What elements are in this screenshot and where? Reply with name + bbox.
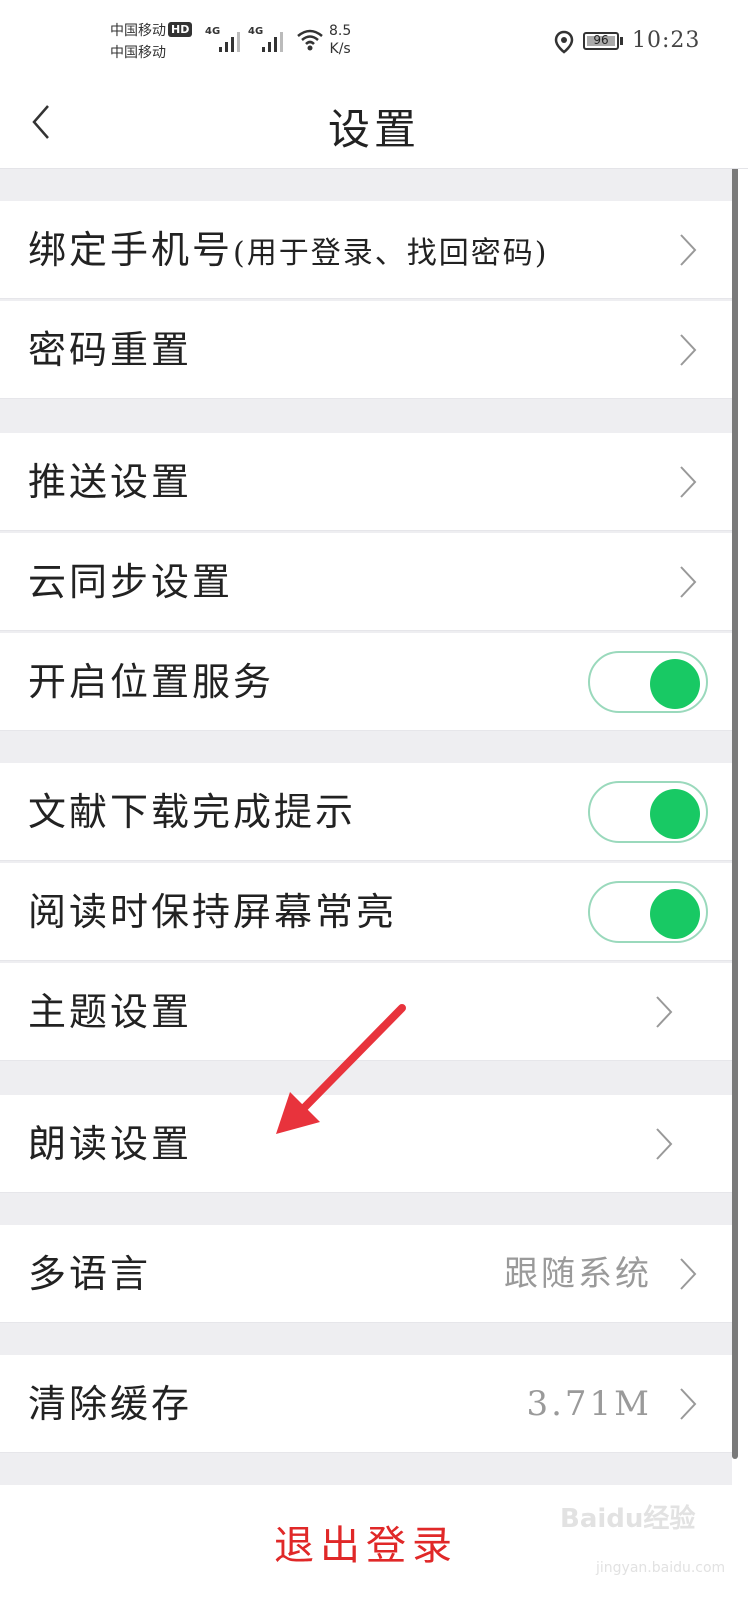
row-label: 多语言	[28, 1252, 152, 1296]
row-clear-cache[interactable]: 清除缓存 3.71M	[0, 1355, 732, 1453]
row-location-service: 开启位置服务	[0, 633, 732, 731]
download-tip-toggle[interactable]	[588, 781, 708, 843]
network-speed: 8.5 K/s	[329, 23, 352, 57]
scrollbar[interactable]	[732, 169, 748, 1600]
chevron-right-icon	[680, 566, 697, 598]
network-type-2: 4G	[248, 26, 264, 37]
carrier-2: 中国移动	[110, 45, 166, 61]
chevron-right-icon	[680, 1388, 697, 1420]
chevron-right-icon	[680, 234, 697, 266]
row-download-complete-tip: 文献下载完成提示	[0, 763, 732, 861]
clock: 10:23	[632, 28, 701, 53]
row-password-reset[interactable]: 密码重置	[0, 301, 732, 399]
row-label: 文献下载完成提示	[28, 790, 357, 834]
wifi-icon	[297, 29, 323, 51]
chevron-right-icon	[656, 996, 673, 1028]
location-icon	[554, 30, 574, 54]
keep-screen-on-toggle[interactable]	[588, 881, 708, 943]
row-bind-phone[interactable]: 绑定手机号(用于登录、找回密码)	[0, 201, 732, 299]
row-push-settings[interactable]: 推送设置	[0, 433, 732, 531]
row-label: 清除缓存	[28, 1382, 193, 1426]
row-language[interactable]: 多语言 跟随系统	[0, 1225, 732, 1323]
hd-badge: HD	[168, 22, 193, 37]
row-label: 绑定手机号	[28, 228, 234, 272]
chevron-right-icon	[680, 466, 697, 498]
watermark-url: jingyan.baidu.com	[596, 1560, 726, 1576]
row-label: 主题设置	[28, 990, 193, 1034]
chevron-right-icon	[680, 334, 697, 366]
status-bar: 中国移动 HD 中国移动 4G 4G 8.5 K/s 96 10:23	[0, 0, 748, 80]
row-value: 跟随系统	[504, 1254, 652, 1294]
row-label: 阅读时保持屏幕常亮	[28, 890, 398, 934]
network-type-1: 4G	[205, 26, 221, 37]
row-label: 云同步设置	[28, 560, 234, 604]
row-theme-settings[interactable]: 主题设置	[0, 963, 732, 1061]
row-label: 推送设置	[28, 460, 193, 504]
row-label: 朗读设置	[28, 1122, 193, 1166]
row-cloud-sync[interactable]: 云同步设置	[0, 533, 732, 631]
nav-header: 设置	[0, 80, 748, 169]
chevron-right-icon	[656, 1128, 673, 1160]
row-sublabel: (用于登录、找回密码)	[233, 236, 549, 271]
location-service-toggle[interactable]	[588, 651, 708, 713]
row-value: 3.71M	[526, 1384, 652, 1424]
battery-level: 96	[593, 33, 609, 47]
page-title: 设置	[327, 105, 420, 154]
watermark-logo: Baidu经验	[560, 1504, 696, 1534]
row-label: 开启位置服务	[28, 660, 275, 704]
battery-icon: 96	[583, 32, 619, 50]
chevron-right-icon	[680, 1258, 697, 1290]
row-keep-screen-on: 阅读时保持屏幕常亮	[0, 863, 732, 961]
row-label: 密码重置	[28, 328, 193, 372]
row-read-aloud-settings[interactable]: 朗读设置	[0, 1095, 732, 1193]
scrollbar-thumb[interactable]	[732, 169, 738, 1459]
carrier-1: 中国移动	[110, 23, 166, 39]
carrier-info: 中国移动 HD 中国移动	[110, 20, 193, 64]
